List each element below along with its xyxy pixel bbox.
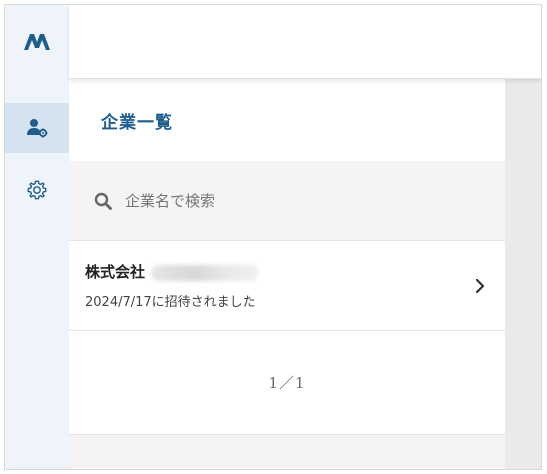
pagination: 1／1 <box>69 331 505 435</box>
company-list-panel: 企業一覧 株式会社 2024/7/17に招待されました 1／1 <box>69 79 505 469</box>
nav-settings[interactable] <box>5 165 69 215</box>
company-name: 株式会社 <box>85 261 260 282</box>
user-gear-icon <box>27 119 48 138</box>
company-name-label: 株式会社 <box>85 263 146 281</box>
gear-icon <box>27 180 47 200</box>
page-indicator: 1／1 <box>268 374 306 392</box>
company-invite-status: 2024/7/17に招待されました <box>85 295 256 310</box>
list-item[interactable]: 株式会社 2024/7/17に招待されました <box>69 241 505 331</box>
chevron-right-icon <box>475 278 485 294</box>
redacted-company-name <box>151 264 260 281</box>
search-input[interactable] <box>125 191 425 210</box>
panel-header: 企業一覧 <box>69 79 505 161</box>
search-bar <box>69 161 505 241</box>
search-icon <box>93 191 113 211</box>
top-header <box>69 5 541 79</box>
page-title: 企業一覧 <box>101 112 173 133</box>
app-window: 企業一覧 株式会社 2024/7/17に招待されました 1／1 <box>4 4 542 470</box>
brand-logo-icon <box>24 34 50 50</box>
nav-user-settings[interactable] <box>5 103 69 153</box>
brand-logo[interactable] <box>5 5 69 79</box>
left-rail <box>5 5 69 469</box>
